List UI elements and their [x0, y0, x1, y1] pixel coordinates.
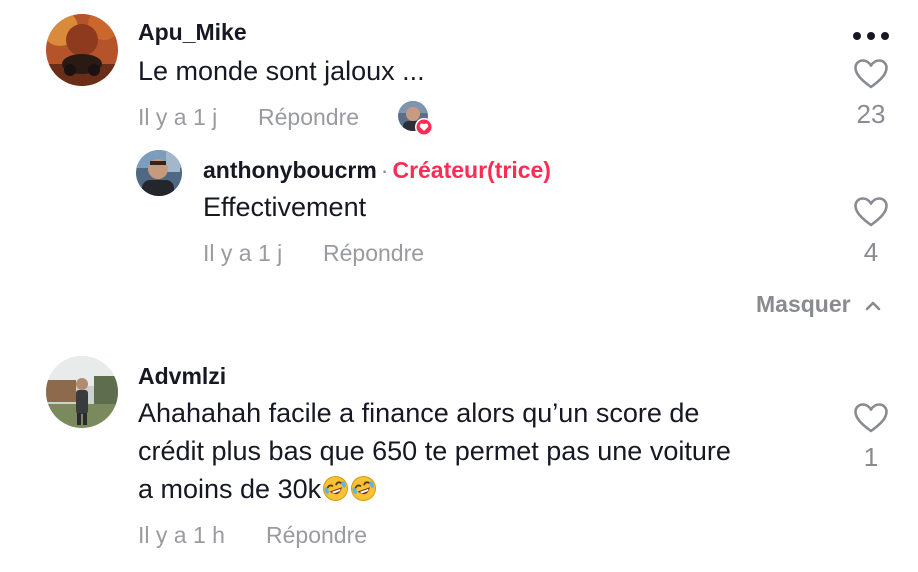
avatar[interactable] [136, 150, 182, 196]
heart-outline-icon[interactable] [853, 402, 889, 434]
creator-badge: Créateur(trice) [392, 157, 551, 183]
heart-outline-icon[interactable] [853, 196, 889, 228]
rolling-laughing-emoji [350, 474, 377, 501]
avatar[interactable] [46, 14, 118, 86]
comment-text-line: a moins de 30k [138, 474, 322, 504]
reply-timestamp: Il y a 1 j [203, 240, 283, 266]
reply-button[interactable]: Répondre [266, 522, 367, 549]
heart-badge-icon [415, 118, 433, 136]
reply-username-line: anthonyboucrm · Créateur(trice) [203, 157, 551, 184]
more-dots-icon[interactable] [852, 29, 892, 41]
comment-text-line-last: a moins de 30k [138, 470, 838, 508]
rolling-laughing-emoji [322, 474, 349, 501]
comment-text: Ahahahah facile a finance alors qu’un sc… [138, 394, 838, 508]
chevron-up-icon [865, 298, 881, 316]
creator-liked-badge [398, 101, 434, 137]
reply-button[interactable]: Répondre [323, 240, 424, 267]
hide-replies-label: Masquer [756, 291, 851, 317]
comment-item: Apu_Mike Le monde sont jaloux ... Il y a… [0, 0, 918, 150]
comment-username[interactable]: Apu_Mike [138, 19, 247, 46]
reply-button[interactable]: Répondre [258, 104, 359, 131]
comment-timestamp: Il y a 1 h [138, 522, 225, 548]
like-count: 23 [856, 99, 886, 129]
avatar[interactable] [46, 356, 118, 428]
heart-outline-icon[interactable] [853, 58, 889, 90]
comment-timestamp: Il y a 1 j [138, 104, 218, 130]
reply-username[interactable]: anthonyboucrm [203, 157, 377, 183]
hide-replies-button[interactable]: Masquer [756, 291, 881, 321]
comment-text-line: crédit plus bas que 650 te permet pas un… [138, 436, 731, 466]
comment-username[interactable]: Advmlzi [138, 363, 226, 390]
comment-text: Le monde sont jaloux ... [138, 56, 425, 86]
separator-dot: · [380, 157, 389, 183]
like-count: 4 [863, 237, 879, 267]
comment-item: Advmlzi Ahahahah facile a finance alors … [0, 350, 918, 572]
comment-text-line: Ahahahah facile a finance alors qu’un sc… [138, 398, 700, 428]
like-count: 1 [863, 442, 879, 472]
reply-item: anthonyboucrm · Créateur(trice) Effectivem… [0, 150, 918, 280]
reply-text: Effectivement [203, 192, 367, 222]
